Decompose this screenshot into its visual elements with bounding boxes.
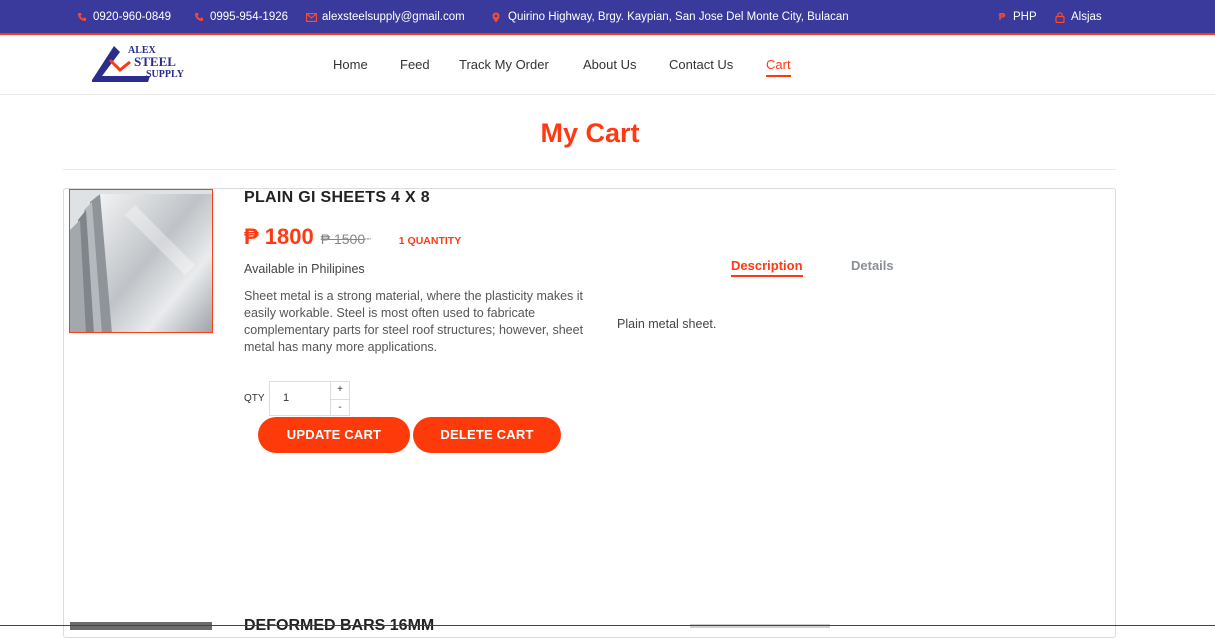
- nav-contact-us[interactable]: Contact Us: [669, 57, 733, 72]
- logo-text-3: SUPPLY: [146, 69, 185, 80]
- title-divider: [63, 169, 1116, 170]
- quantity-stepper: + -: [331, 381, 350, 416]
- contact-phone-1[interactable]: 0920-960-0849: [77, 11, 171, 23]
- increment-button[interactable]: +: [331, 382, 349, 399]
- nav-home[interactable]: Home: [333, 57, 368, 72]
- user-account[interactable]: Alsjas: [1055, 11, 1102, 23]
- user-name: Alsjas: [1071, 11, 1102, 23]
- quantity-input[interactable]: 1: [269, 381, 331, 416]
- user-icon: [1055, 11, 1065, 23]
- product-image[interactable]: [69, 189, 213, 333]
- nav-cart[interactable]: Cart: [766, 57, 791, 77]
- availability-text: Available in Philipines: [244, 262, 365, 276]
- tab-description[interactable]: Description: [731, 258, 803, 277]
- logo-text-2: STEEL: [134, 54, 176, 69]
- contact-address: Quirino Highway, Brgy. Kaypian, San Jose…: [492, 11, 849, 23]
- site-logo[interactable]: ALEX STEEL SUPPLY: [90, 40, 202, 84]
- delete-cart-button[interactable]: DELETE CART: [413, 417, 561, 453]
- contact-email[interactable]: alexsteelsupply@gmail.com: [306, 11, 465, 23]
- peso-icon: ₱: [998, 11, 1006, 23]
- qty-label: QTY: [244, 393, 265, 404]
- currency-selector[interactable]: ₱ PHP: [997, 11, 1037, 23]
- product-name: PLAIN GI SHEETS 4 X 8: [244, 189, 430, 206]
- cart-item-card: [63, 188, 1116, 638]
- page-title: My Cart: [540, 118, 640, 148]
- phone-icon: [77, 12, 87, 22]
- email-text: alexsteelsupply@gmail.com: [322, 11, 465, 23]
- tab-details[interactable]: Details: [851, 258, 894, 273]
- nav-about-us[interactable]: About Us: [583, 57, 636, 72]
- decrement-button[interactable]: -: [331, 399, 349, 416]
- main-navbar: ALEX STEEL SUPPLY Home Feed Track My Ord…: [0, 37, 1215, 95]
- current-price: ₱ 1800: [244, 224, 314, 249]
- location-pin-icon: [492, 12, 502, 23]
- currency-text: PHP: [1013, 11, 1037, 23]
- tab-content-text: Plain metal sheet.: [617, 317, 717, 331]
- nav-feed[interactable]: Feed: [400, 57, 430, 72]
- next-product-image[interactable]: [70, 622, 212, 630]
- product-description: Sheet metal is a strong material, where …: [244, 289, 584, 354]
- contact-phone-2[interactable]: 0995-954-1926: [194, 11, 288, 23]
- phone-2-text: 0995-954-1926: [210, 11, 289, 23]
- update-cart-button[interactable]: UPDATE CART: [258, 417, 410, 453]
- quantity-label: 1 QUANTITY: [398, 235, 462, 247]
- address-text: Quirino Highway, Brgy. Kaypian, San Jose…: [508, 11, 849, 23]
- old-price: ₱ 1500: [320, 231, 366, 247]
- next-product-name: DEFORMED BARS 16MM: [244, 617, 435, 634]
- phone-1-text: 0920-960-0849: [93, 11, 172, 23]
- price-row: ₱ 1800 ₱ 1500 "" 1 QUANTITY: [244, 224, 461, 250]
- nav-track-order[interactable]: Track My Order: [459, 57, 549, 72]
- mail-icon: [306, 12, 317, 22]
- phone-icon: [194, 12, 204, 22]
- top-contact-bar: 0920-960-0849 0995-954-1926 alexsteelsup…: [0, 0, 1215, 35]
- old-price-mark: "": [365, 237, 371, 246]
